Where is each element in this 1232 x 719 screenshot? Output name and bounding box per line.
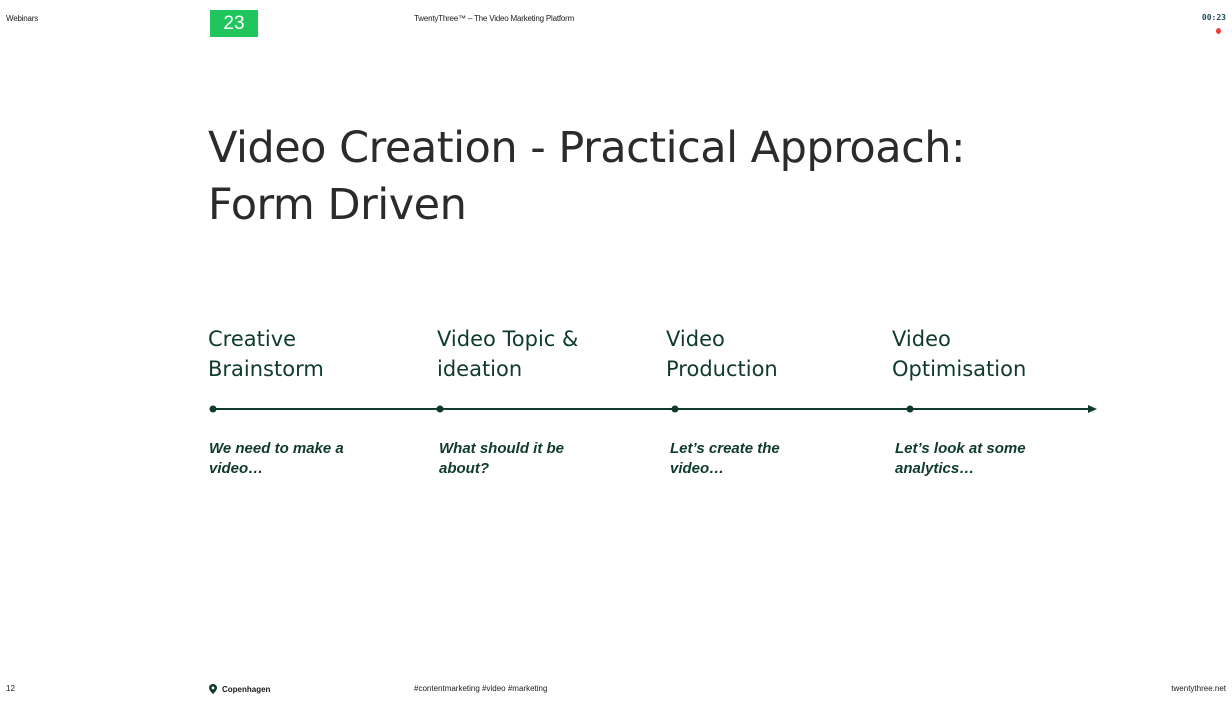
hashtags: #contentmarketing #video #marketing	[414, 684, 548, 693]
location-label: Copenhagen	[222, 684, 271, 694]
map-pin-icon	[209, 684, 217, 694]
arrow-right-icon	[1088, 405, 1097, 413]
location: Copenhagen	[209, 684, 270, 694]
page-number: 12	[6, 684, 15, 693]
timeline	[209, 405, 1097, 413]
timeline-node	[671, 405, 679, 413]
website-link[interactable]: twentythree.net	[1171, 684, 1226, 693]
stage-description: What should it be about?	[439, 440, 564, 477]
stage-description: We need to make a video…	[209, 440, 344, 477]
stage-description: Let’s look at some analytics…	[895, 440, 1026, 477]
timeline-node	[906, 405, 914, 413]
timeline-node	[436, 405, 444, 413]
stage-description: Let’s create the video…	[670, 440, 780, 477]
timeline-node	[209, 405, 217, 413]
